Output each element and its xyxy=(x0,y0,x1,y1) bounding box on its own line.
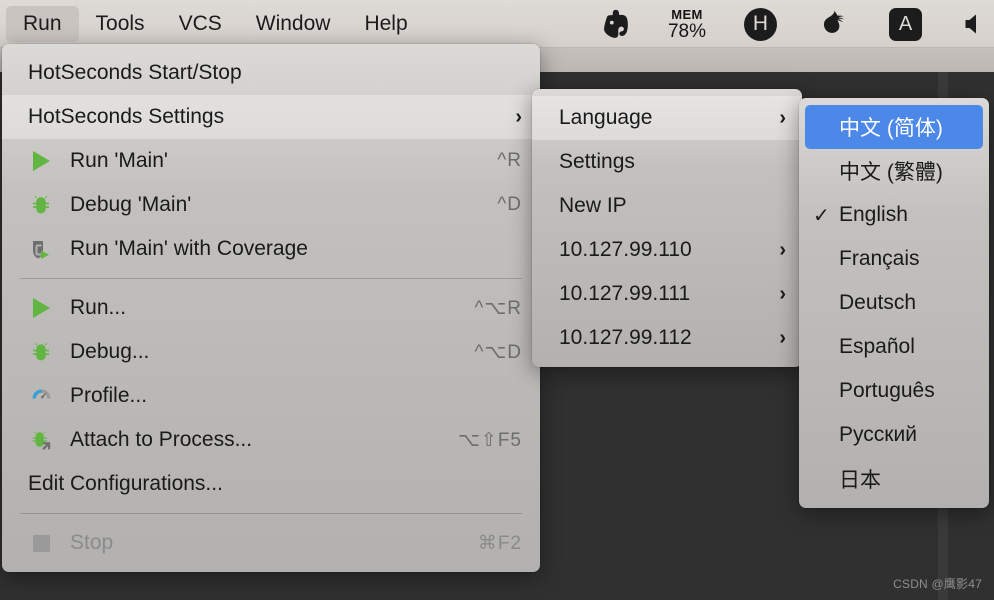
menu-item-shortcut: ⌥⇧F5 xyxy=(458,429,522,451)
language-item-deutsch[interactable]: Deutsch xyxy=(799,281,989,325)
menubar-item-vcs[interactable]: VCS xyxy=(162,6,239,42)
memory-value: 78% xyxy=(667,20,706,42)
menu-item-hotseconds-start-stop[interactable]: HotSeconds Start/Stop xyxy=(2,51,540,95)
language-item-chinese-traditional[interactable]: 中文 (繁體) xyxy=(799,149,989,193)
menu-item-label: Run 'Main' with Coverage xyxy=(70,237,308,260)
language-item-label: Español xyxy=(839,335,915,358)
play-icon xyxy=(28,148,54,174)
menu-item-shortcut: ^R xyxy=(497,150,522,171)
submenu-item-label: New IP xyxy=(559,194,627,217)
menubar-item-run[interactable]: Run xyxy=(6,6,79,42)
language-item-russian[interactable]: Русский xyxy=(799,413,989,457)
menu-item-label: Debug... xyxy=(70,340,150,363)
hotseconds-settings-submenu-panel[interactable]: Language › Settings New IP 10.127.99.110… xyxy=(532,89,802,367)
run-menu-panel[interactable]: HotSeconds Start/Stop HotSeconds Setting… xyxy=(2,44,540,572)
menu-item-run-main-with-coverage[interactable]: Run 'Main' with Coverage xyxy=(2,227,540,271)
a-badge-glyph: A xyxy=(889,7,922,41)
chevron-right-icon: › xyxy=(779,282,786,305)
a-square-icon[interactable]: A xyxy=(889,7,922,41)
submenu-item-ip-111[interactable]: 10.127.99.111 › xyxy=(532,272,802,316)
submenu-item-label: Language xyxy=(559,106,653,129)
menu-item-label: Profile... xyxy=(70,384,148,407)
menu-item-hotseconds-settings[interactable]: HotSeconds Settings › xyxy=(2,95,540,139)
menu-item-debug-dialog[interactable]: Debug... ^⌥D xyxy=(2,330,540,374)
comet-icon[interactable] xyxy=(817,9,849,39)
submenu-item-ip-112[interactable]: 10.127.99.112 › xyxy=(532,316,802,360)
h-badge-glyph: H xyxy=(744,7,777,41)
chevron-right-icon: › xyxy=(779,238,786,261)
submenu-item-language[interactable]: Language › xyxy=(532,96,802,140)
menu-item-profile[interactable]: Profile... xyxy=(2,374,540,418)
watermark-text: CSDN @鹰影47 xyxy=(893,577,982,591)
coverage-shield-icon xyxy=(28,236,54,262)
menu-item-shortcut: ^⌥D xyxy=(474,341,522,363)
volume-icon[interactable] xyxy=(962,11,988,37)
language-item-portugues[interactable]: Português xyxy=(799,369,989,413)
menu-item-label: Run 'Main' xyxy=(70,149,168,172)
menubar-item-window[interactable]: Window xyxy=(239,6,348,42)
language-item-label: 日本 xyxy=(839,469,881,492)
menu-item-label: Run... xyxy=(70,296,127,319)
menu-item-shortcut: ^D xyxy=(497,194,522,215)
play-icon xyxy=(28,295,54,321)
language-item-espanol[interactable]: Español xyxy=(799,325,989,369)
bug-icon xyxy=(28,192,54,218)
stop-icon xyxy=(28,530,54,556)
bug-icon xyxy=(28,339,54,365)
menu-item-run-main[interactable]: Run 'Main' ^R xyxy=(2,139,540,183)
menu-separator xyxy=(20,513,522,514)
menu-item-debug-main[interactable]: Debug 'Main' ^D xyxy=(2,183,540,227)
menu-item-attach-to-process[interactable]: Attach to Process... ⌥⇧F5 xyxy=(2,418,540,462)
menu-item-label: Attach to Process... xyxy=(70,428,253,451)
submenu-item-new-ip[interactable]: New IP xyxy=(532,184,802,228)
evernote-icon[interactable] xyxy=(604,8,634,40)
menu-item-label: HotSeconds Start/Stop xyxy=(28,61,242,84)
profile-gauge-icon xyxy=(28,383,54,409)
menu-item-label: Edit Configurations... xyxy=(28,472,223,495)
submenu-item-settings[interactable]: Settings xyxy=(532,140,802,184)
submenu-item-ip-110[interactable]: 10.127.99.110 › xyxy=(532,228,802,272)
chevron-right-icon: › xyxy=(779,326,786,349)
submenu-item-label: 10.127.99.110 xyxy=(559,238,692,261)
language-item-label: Deutsch xyxy=(839,291,917,314)
checkmark-icon: ✓ xyxy=(813,204,830,227)
language-item-english[interactable]: ✓ English xyxy=(799,193,989,237)
menubar-item-tools[interactable]: Tools xyxy=(79,6,162,42)
memory-usage-icon[interactable]: MEM 78% xyxy=(668,8,706,41)
language-item-label: 中文 (繁體) xyxy=(839,161,943,184)
menu-bar: Run Tools VCS Window Help MEM 78% H A xyxy=(0,0,994,48)
language-item-label: 中文 (简体) xyxy=(839,117,943,140)
chevron-right-icon: › xyxy=(779,106,786,129)
language-item-japanese[interactable]: 日本 xyxy=(799,457,989,501)
language-submenu-panel[interactable]: 中文 (简体) 中文 (繁體) ✓ English Français Deuts… xyxy=(799,98,989,508)
menu-separator xyxy=(20,278,522,279)
language-item-label: English xyxy=(839,203,908,226)
menu-item-edit-configurations[interactable]: Edit Configurations... xyxy=(2,462,540,506)
language-item-chinese-simplified[interactable]: 中文 (简体) xyxy=(805,105,983,149)
menu-item-label: Stop xyxy=(70,531,114,554)
menu-item-label: HotSeconds Settings xyxy=(28,105,225,128)
language-item-francais[interactable]: Français xyxy=(799,237,989,281)
h-circle-icon[interactable]: H xyxy=(744,7,777,41)
submenu-item-label: 10.127.99.111 xyxy=(559,282,691,305)
language-item-label: Français xyxy=(839,247,920,270)
menu-item-shortcut: ^⌥R xyxy=(474,297,522,319)
memory-label: MEM xyxy=(671,6,703,22)
menu-item-shortcut: ⌘F2 xyxy=(477,532,522,554)
chevron-right-icon: › xyxy=(515,105,522,128)
submenu-item-label: Settings xyxy=(559,150,635,173)
submenu-item-label: 10.127.99.112 xyxy=(559,326,692,349)
menu-item-label: Debug 'Main' xyxy=(70,193,192,216)
menu-item-run-dialog[interactable]: Run... ^⌥R xyxy=(2,286,540,330)
language-item-label: Português xyxy=(839,379,935,402)
menubar-item-help[interactable]: Help xyxy=(347,6,424,42)
language-item-label: Русский xyxy=(839,423,917,446)
attach-process-icon xyxy=(28,427,54,453)
menu-item-stop: Stop ⌘F2 xyxy=(2,521,540,565)
